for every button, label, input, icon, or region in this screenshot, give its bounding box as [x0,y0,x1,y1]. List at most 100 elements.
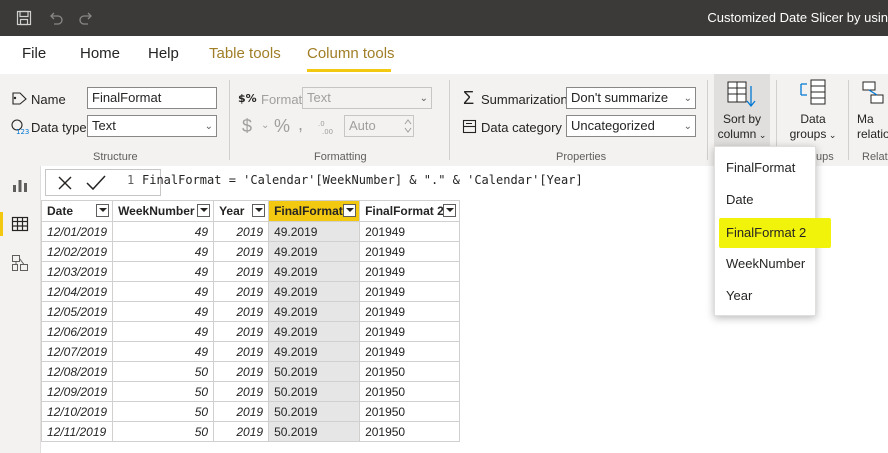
datatype-select[interactable]: Text ⌄ [87,115,217,137]
save-icon[interactable] [16,10,32,26]
cancel-icon[interactable] [58,176,72,190]
redo-icon[interactable] [78,10,94,26]
undo-icon[interactable] [48,10,64,26]
filter-dropdown-icon[interactable] [343,204,357,217]
table-cell[interactable]: 201949 [359,301,461,322]
table-cell[interactable]: 12/08/2019 [40,361,114,382]
table-cell[interactable]: 49 [112,221,215,242]
table-cell[interactable]: 2019 [213,361,270,382]
table-cell[interactable]: 50.2019 [268,361,361,382]
table-cell[interactable]: 49.2019 [268,341,361,362]
spinner-icon[interactable] [403,117,413,135]
filter-dropdown-icon[interactable] [96,204,110,217]
table-cell[interactable]: 2019 [213,341,270,362]
table-cell[interactable]: 49 [112,281,215,302]
table-cell[interactable]: 49.2019 [268,261,361,282]
format-select[interactable]: Text ⌄ [302,87,432,109]
table-cell[interactable]: 12/02/2019 [40,241,114,262]
model-view-icon[interactable] [11,254,29,272]
table-cell[interactable]: 49 [112,261,215,282]
table-cell[interactable]: 49.2019 [268,241,361,262]
table-cell[interactable]: 2019 [213,221,270,242]
column-header-finalformat[interactable]: FinalFormat [268,200,361,222]
table-cell[interactable]: 50 [112,401,215,422]
filter-dropdown-icon[interactable] [197,204,211,217]
formula-input[interactable]: FinalFormat = 'Calendar'[WeekNumber] & "… [142,173,583,187]
table-cell[interactable]: 12/04/2019 [40,281,114,302]
table-cell[interactable]: 201950 [359,381,461,402]
percent-button[interactable]: % [274,116,290,137]
report-view-icon[interactable] [11,176,29,194]
table-cell[interactable]: 2019 [213,421,270,442]
sort-by-column-button[interactable]: Sort by column ⌄ [714,74,770,146]
data-view-icon[interactable] [11,215,29,233]
table-cell[interactable]: 201949 [359,281,461,302]
table-cell[interactable]: 201950 [359,421,461,442]
table-cell[interactable]: 201950 [359,361,461,382]
table-cell[interactable]: 12/07/2019 [40,341,114,362]
table-cell[interactable]: 201949 [359,241,461,262]
ribbon-divider [449,80,450,160]
table-cell[interactable]: 49.2019 [268,301,361,322]
table-cell[interactable]: 2019 [213,301,270,322]
table-cell[interactable]: 50 [112,421,215,442]
table-cell[interactable]: 2019 [213,241,270,262]
format-value: Text [307,90,331,105]
tab-table-tools[interactable]: Table tools [209,45,281,62]
filter-dropdown-icon[interactable] [252,204,266,217]
table-cell[interactable]: 12/10/2019 [40,401,114,422]
name-field[interactable]: FinalFormat [87,87,217,109]
menu-item-year[interactable]: Year [715,281,815,311]
decimals-icon[interactable]: .0 .00 [316,118,338,136]
column-header-date[interactable]: Date [40,200,114,222]
menu-item-weeknumber[interactable]: WeekNumber [715,249,815,279]
tab-home[interactable]: Home [80,45,120,62]
table-cell[interactable]: 49.2019 [268,321,361,342]
table-cell[interactable]: 2019 [213,261,270,282]
column-header-weeknumber[interactable]: WeekNumber [112,200,215,222]
column-header-finalformat-2[interactable]: FinalFormat 2 [359,200,461,222]
table-cell[interactable]: 201949 [359,341,461,362]
filter-dropdown-icon[interactable] [443,204,457,217]
table-cell[interactable]: 49.2019 [268,281,361,302]
table-cell[interactable]: 50.2019 [268,401,361,422]
manage-relationships-button[interactable]: Ma relatio [855,74,888,146]
table-cell[interactable]: 12/01/2019 [40,221,114,242]
table-cell[interactable]: 49 [112,341,215,362]
table-cell[interactable]: 50 [112,361,215,382]
table-cell[interactable]: 2019 [213,381,270,402]
table-cell[interactable]: 201950 [359,401,461,422]
table-cell[interactable]: 49 [112,301,215,322]
table-cell[interactable]: 12/09/2019 [40,381,114,402]
menu-item-finalformat-2[interactable]: FinalFormat 2 [719,218,831,248]
table-cell[interactable]: 12/03/2019 [40,261,114,282]
menu-item-date[interactable]: Date [715,185,815,215]
column-header-year[interactable]: Year [213,200,270,222]
currency-icon[interactable]: $ [242,116,252,137]
table-cell[interactable]: 12/11/2019 [40,421,114,442]
tab-column-tools[interactable]: Column tools [307,45,395,62]
table-cell[interactable]: 201949 [359,261,461,282]
table-cell[interactable]: 49 [112,321,215,342]
table-cell[interactable]: 201949 [359,321,461,342]
data-groups-button[interactable]: Data groups ⌄ [784,74,842,146]
summarization-select[interactable]: Don't summarize ⌄ [566,87,696,109]
table-cell[interactable]: 50.2019 [268,421,361,442]
chevron-down-icon[interactable]: ⌄ [261,120,269,131]
table-cell[interactable]: 49 [112,241,215,262]
table-cell[interactable]: 201949 [359,221,461,242]
table-cell[interactable]: 50.2019 [268,381,361,402]
table-cell[interactable]: 49.2019 [268,221,361,242]
tab-file[interactable]: File [22,45,46,62]
tab-help[interactable]: Help [148,45,179,62]
menu-item-finalformat[interactable]: FinalFormat [715,153,815,183]
table-cell[interactable]: 12/06/2019 [40,321,114,342]
table-cell[interactable]: 12/05/2019 [40,301,114,322]
table-cell[interactable]: 2019 [213,281,270,302]
table-cell[interactable]: 2019 [213,401,270,422]
comma-button[interactable]: , [298,114,303,135]
table-cell[interactable]: 2019 [213,321,270,342]
commit-icon[interactable] [86,175,106,191]
category-select[interactable]: Uncategorized ⌄ [566,115,696,137]
table-cell[interactable]: 50 [112,381,215,402]
